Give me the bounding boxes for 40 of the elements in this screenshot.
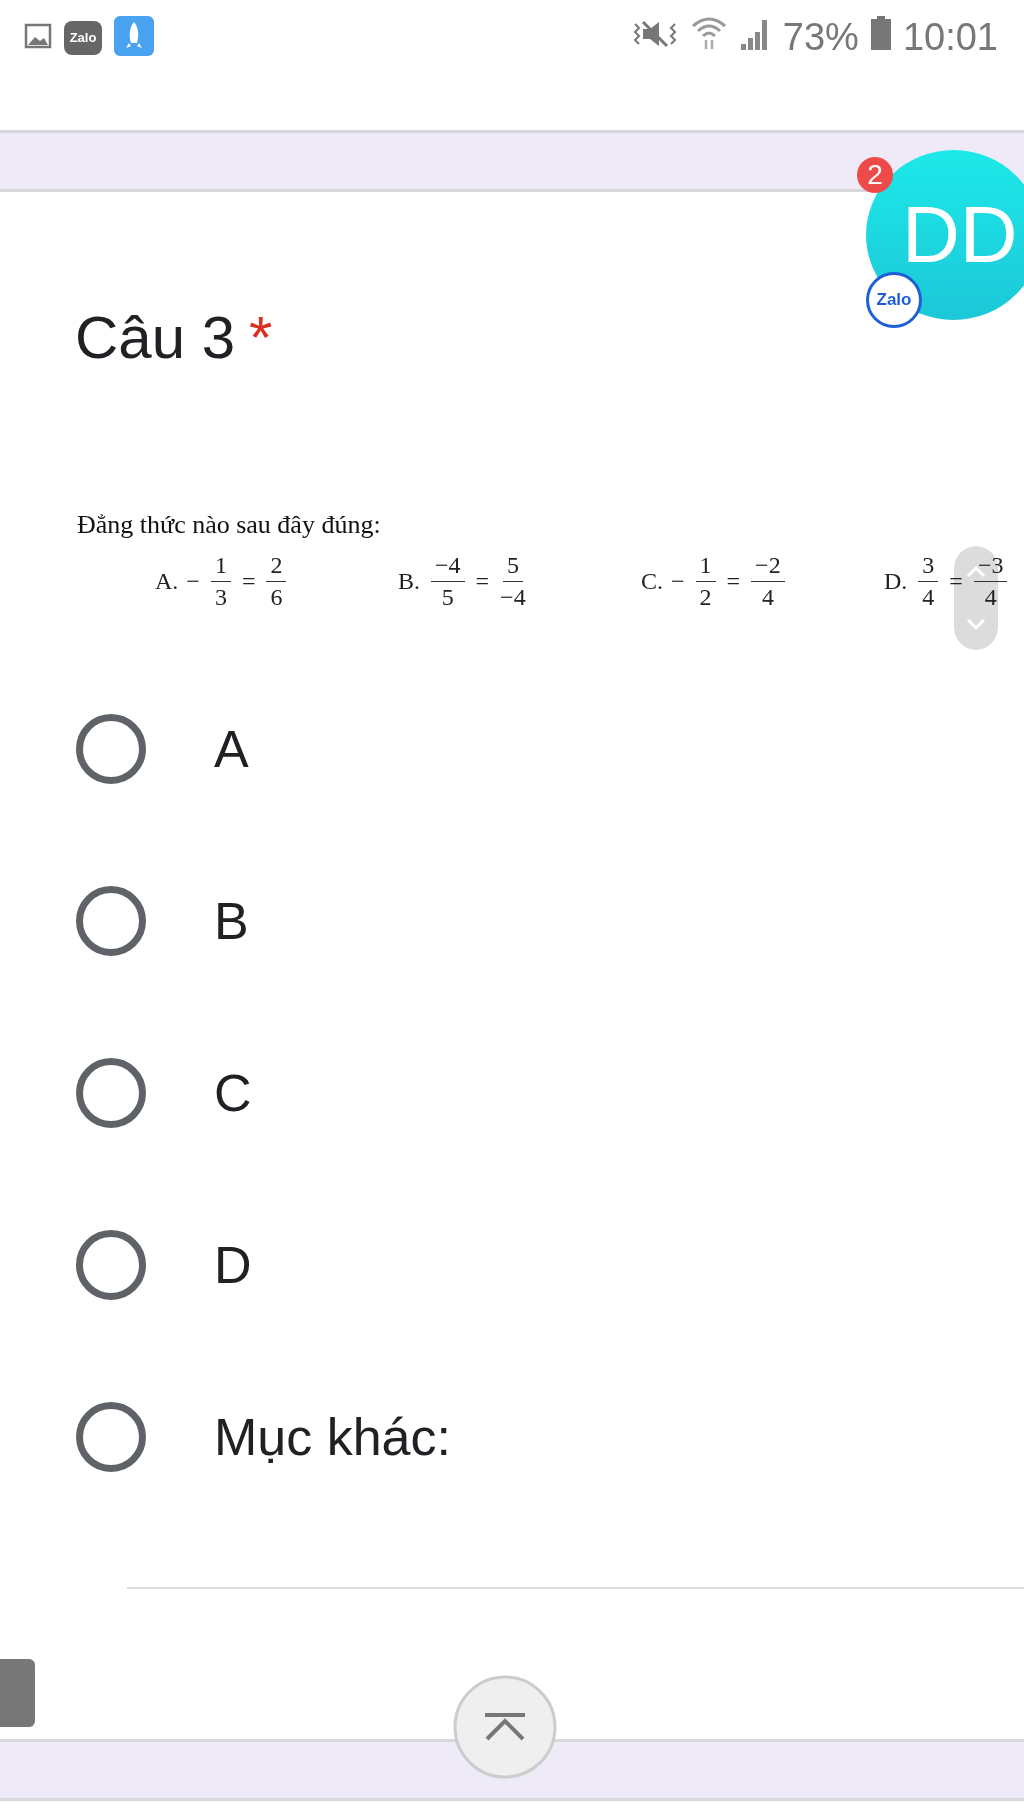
question-title: Câu 3 [75,303,236,373]
choice-label: C [214,1063,252,1123]
fraction: 1 2 [692,550,719,613]
choice-label: D [214,1235,252,1295]
option-label: D. [884,568,908,595]
chat-app-badge: Zalo [866,272,922,328]
option-label: C. [641,568,663,595]
choice-label: Mục khác: [214,1407,451,1467]
radio-button[interactable] [76,714,146,784]
radio-button[interactable] [76,1402,146,1472]
radio-button[interactable] [76,886,146,956]
clock: 10:01 [902,16,998,59]
required-mark: * [249,303,273,373]
math-sign: = [726,568,741,595]
chat-app-icon: Zalo [64,20,102,55]
fraction: 5 −4 [499,550,527,612]
radio-button[interactable] [76,1230,146,1300]
choice-label: A [214,719,249,779]
math-sign: − [186,568,200,595]
fraction: 1 3 [207,550,234,613]
battery-level: 73% [782,16,859,59]
choice-label: B [214,891,249,951]
fraction: −2 4 [748,550,788,613]
fraction: −4 5 [428,550,468,613]
math-sign: = [241,568,256,595]
math-sign: = [949,568,963,595]
radio-button[interactable] [76,1058,146,1128]
option-label: A. [155,568,179,595]
math-sign: = [475,568,490,595]
battery-icon [870,16,891,50]
side-handle[interactable] [0,1659,35,1727]
image-icon [24,22,52,49]
option-label: B. [398,568,420,595]
scroll-to-top-button[interactable] [453,1675,557,1779]
question-prompt: Đẳng thức nào sau đây đúng: [77,510,382,540]
wifi-icon [690,16,727,50]
math-sign: − [671,568,685,595]
rocket-icon [114,15,154,56]
fraction: 2 6 [263,550,290,613]
fraction: 3 4 [915,550,942,613]
